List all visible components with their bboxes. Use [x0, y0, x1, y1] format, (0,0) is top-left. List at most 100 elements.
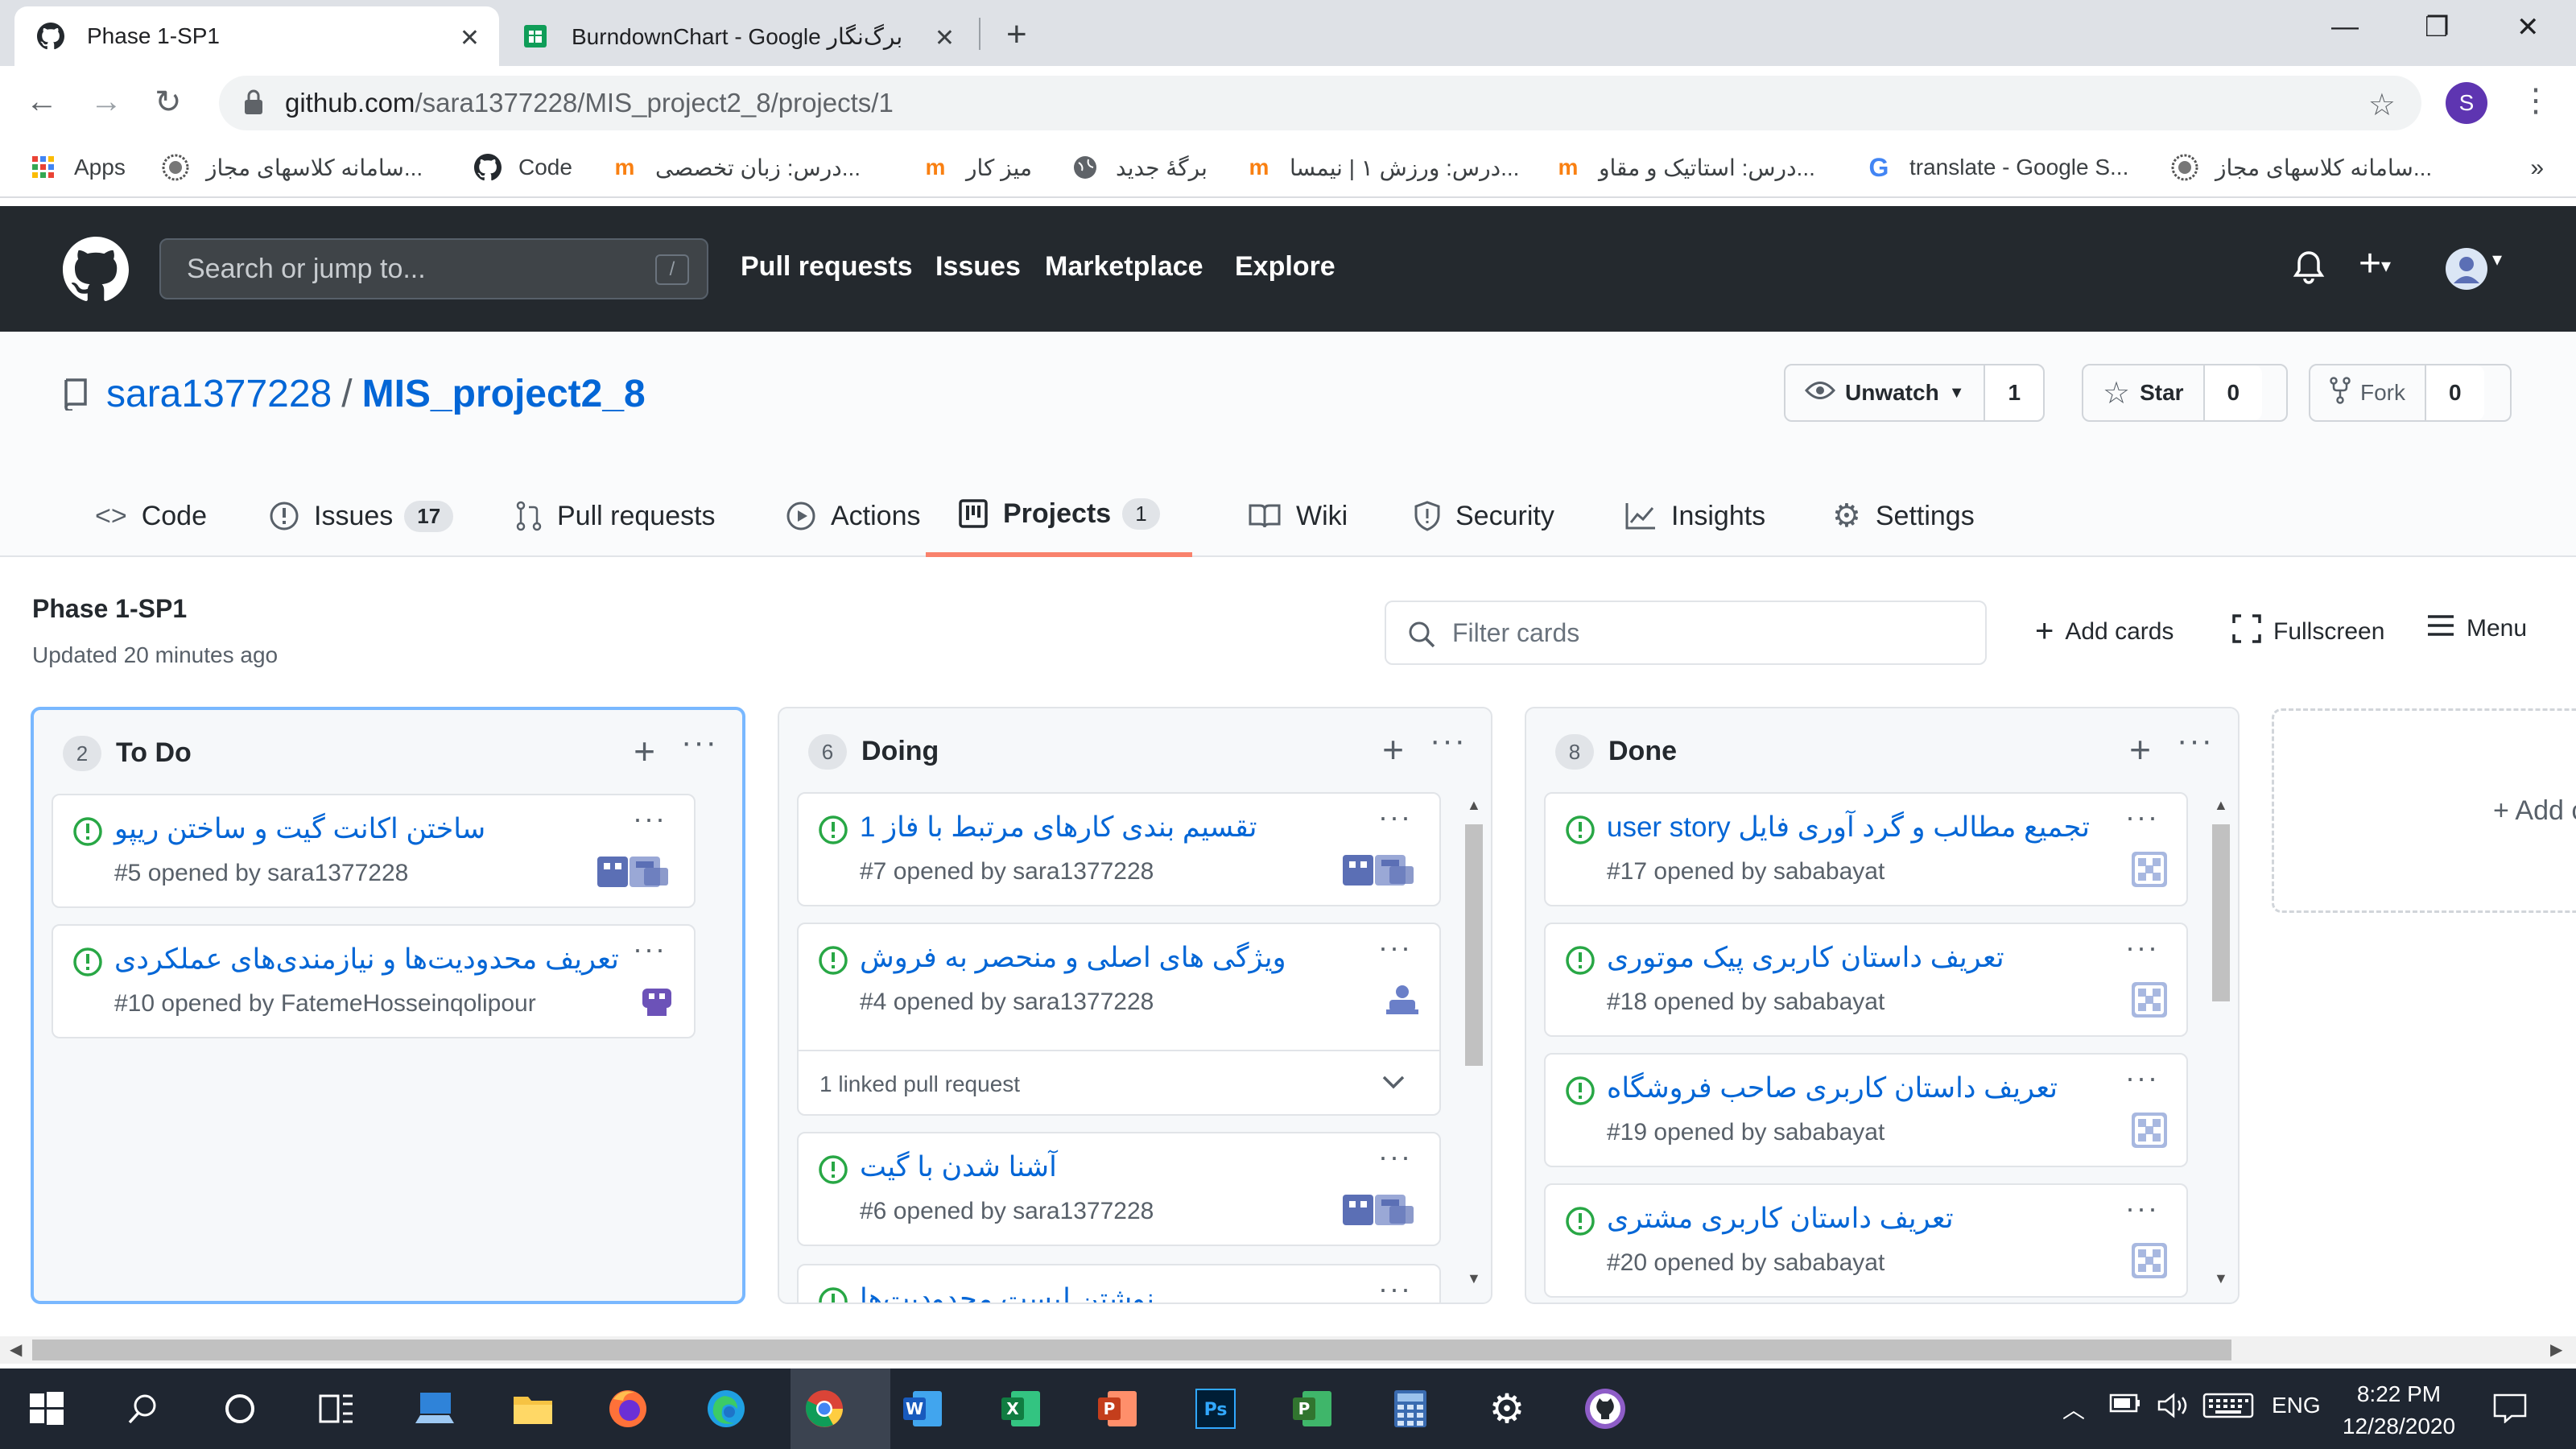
card-title[interactable]: تجمیع مطالب و گرد آوری فایل user story — [1607, 811, 2090, 844]
tab-projects[interactable]: Projects 1 — [926, 475, 1192, 557]
column-todo[interactable]: 2 To Do + ··· ساختن اکانت گیت و ساختن ری… — [31, 707, 745, 1304]
column-menu-icon[interactable]: ··· — [2177, 723, 2214, 759]
fullscreen-button[interactable]: Fullscreen — [2231, 613, 2384, 650]
identicon-avatar[interactable] — [2132, 1243, 2167, 1282]
tab-actions[interactable]: Actions — [786, 475, 921, 557]
add-column-button[interactable]: + Add column — [2272, 708, 2576, 913]
assignee-avatar[interactable] — [1385, 982, 1420, 1022]
assignee-avatar[interactable] — [639, 984, 675, 1023]
card-menu-icon[interactable]: ··· — [2125, 931, 2159, 964]
bookmark-item[interactable]: Apps — [29, 150, 126, 185]
windows-start-icon[interactable] — [21, 1383, 72, 1435]
network-computer-icon[interactable] — [409, 1383, 460, 1435]
card-menu-icon[interactable]: ··· — [2125, 800, 2159, 834]
nav-pull-requests[interactable]: Pull requests — [741, 251, 913, 283]
scroll-up-arrow[interactable]: ▲ — [1467, 797, 1481, 814]
show-hidden-icons[interactable]: ︿ — [2062, 1393, 2085, 1425]
edge-icon[interactable] — [700, 1383, 752, 1435]
github-search-input[interactable]: Search or jump to... / — [159, 238, 708, 299]
profile-avatar[interactable]: S — [2446, 82, 2487, 124]
fork-count[interactable]: 0 — [2425, 365, 2484, 420]
scrollbar-thumb[interactable] — [2212, 824, 2230, 1001]
scroll-left-arrow[interactable]: ◀ — [10, 1340, 22, 1360]
file-explorer-icon[interactable] — [507, 1383, 559, 1435]
card-menu-icon[interactable]: ··· — [633, 932, 667, 966]
tab-security[interactable]: Security — [1414, 475, 1554, 557]
cortana-icon[interactable] — [214, 1383, 266, 1435]
column-menu-icon[interactable]: ··· — [681, 724, 718, 761]
card-title[interactable]: تعریف داستان کاربری مشتری — [1607, 1203, 1954, 1235]
nav-explore[interactable]: Explore — [1235, 251, 1335, 283]
notifications-icon[interactable] — [2492, 1393, 2528, 1429]
menu-button[interactable]: Menu — [2426, 613, 2527, 644]
column-scrollbar[interactable]: ▲ ▼ — [1462, 792, 1486, 1291]
github-desktop-icon[interactable] — [1579, 1383, 1631, 1435]
bookmark-item[interactable]: سامانه کلاسهای مجاز... — [2170, 150, 2432, 185]
github-logo-icon[interactable] — [63, 237, 129, 307]
project-card[interactable]: تعریف محدودیت‌ها و نیازمندی‌های عملکردی … — [52, 924, 696, 1038]
window-close-icon[interactable]: ✕ — [2516, 11, 2540, 43]
card-menu-icon[interactable]: ··· — [2125, 1061, 2159, 1095]
unwatch-button[interactable]: Unwatch ▼ 1 — [1784, 364, 2045, 422]
forward-icon[interactable]: → — [90, 84, 122, 120]
card-title[interactable]: تقسیم بندی کارهای مرتبط با فاز 1 — [860, 811, 1257, 844]
project-card[interactable]: ساختن اکانت گیت و ساختن ریپو #5 opened b… — [52, 794, 696, 908]
card-menu-icon[interactable]: ··· — [1378, 931, 1412, 964]
word-icon[interactable]: W — [897, 1383, 948, 1435]
bookmark-item[interactable]: سامانه کلاسهای مجاز... — [161, 150, 423, 185]
star-button[interactable]: ☆ Star 0 — [2082, 364, 2288, 422]
user-avatar[interactable]: ▾ — [2446, 248, 2502, 298]
scroll-right-arrow[interactable]: ▶ — [2550, 1340, 2562, 1360]
scroll-down-arrow[interactable]: ▼ — [2214, 1270, 2228, 1287]
bookmark-item[interactable]: Code — [473, 150, 572, 185]
close-icon[interactable]: ✕ — [460, 24, 480, 52]
assignee-avatars[interactable] — [1343, 1191, 1420, 1231]
tab-insights[interactable]: Insights — [1624, 475, 1765, 557]
card-title[interactable]: تعریف محدودیت‌ها و نیازمندی‌های عملکردی — [114, 943, 619, 976]
excel-icon[interactable]: X — [995, 1383, 1046, 1435]
back-icon[interactable]: ← — [26, 84, 58, 120]
project-card[interactable]: تعریف داستان کاربری پیک موتوری #18 opene… — [1544, 923, 2188, 1037]
volume-icon[interactable] — [2157, 1393, 2193, 1424]
address-bar[interactable]: github.com/sara1377228/MIS_project2_8/pr… — [219, 76, 2421, 130]
card-menu-icon[interactable]: ··· — [1378, 1272, 1412, 1302]
add-card-plus-icon[interactable]: + — [1382, 728, 1404, 771]
tab-code[interactable]: <> Code — [95, 475, 207, 557]
star-count[interactable]: 0 — [2202, 365, 2263, 420]
project-app-icon[interactable]: P — [1286, 1383, 1338, 1435]
tab-settings[interactable]: ⚙ Settings — [1832, 475, 1975, 557]
new-tab-button[interactable]: + — [1006, 14, 1027, 55]
card-menu-icon[interactable]: ··· — [1378, 800, 1412, 834]
add-cards-button[interactable]: + Add cards — [2035, 613, 2174, 650]
scrollbar-thumb[interactable] — [1465, 824, 1483, 1066]
card-menu-icon[interactable]: ··· — [633, 802, 667, 836]
bookmarks-overflow-icon[interactable]: » — [2530, 155, 2544, 182]
chrome-icon[interactable] — [799, 1383, 850, 1435]
nav-issues[interactable]: Issues — [935, 251, 1021, 283]
project-card[interactable]: آشنا شدن با گیت #6 opened by sara1377228… — [797, 1132, 1441, 1246]
add-card-plus-icon[interactable]: + — [2129, 728, 2151, 771]
assignee-avatars[interactable] — [597, 853, 675, 893]
bookmark-item[interactable]: m درس: زبان تخصصی... — [610, 150, 861, 185]
minimize-icon[interactable]: — — [2331, 11, 2359, 43]
identicon-avatar[interactable] — [2132, 852, 2167, 891]
browser-tab-inactive[interactable]: BurndownChart - Google برگ‌نگار ✕ — [499, 6, 974, 66]
card-title[interactable]: ویژگی های اصلی و منحصر به فروش — [860, 942, 1286, 974]
tab-pull-requests[interactable]: Pull requests — [515, 475, 716, 557]
bookmark-star-icon[interactable]: ☆ — [2368, 87, 2396, 123]
repo-name-link[interactable]: MIS_project2_8 — [362, 372, 646, 416]
column-doing[interactable]: 6 Doing + ··· تقسیم بندی کارهای مرتبط با… — [778, 707, 1492, 1304]
linked-pull-request-toggle[interactable]: 1 linked pull request — [799, 1050, 1439, 1117]
watch-count[interactable]: 1 — [1984, 365, 2044, 420]
scrollbar-thumb[interactable] — [32, 1340, 2231, 1360]
task-view-icon[interactable] — [311, 1383, 362, 1435]
tab-issues[interactable]: Issues 17 — [269, 475, 454, 557]
keyboard-icon[interactable] — [2202, 1393, 2254, 1424]
firefox-icon[interactable] — [602, 1383, 654, 1435]
project-card[interactable]: نوشتن لیست محدودیت‌ها ··· — [797, 1264, 1441, 1302]
project-card[interactable]: ویژگی های اصلی و منحصر به فروش #4 opened… — [797, 923, 1441, 1116]
bookmark-item[interactable]: m میز کار — [921, 150, 1033, 185]
card-menu-icon[interactable]: ··· — [1378, 1140, 1412, 1174]
filter-cards-input[interactable]: Filter cards — [1385, 601, 1987, 665]
column-done[interactable]: 8 Done + ··· تجمیع مطالب و گرد آوری فایل… — [1525, 707, 2240, 1304]
